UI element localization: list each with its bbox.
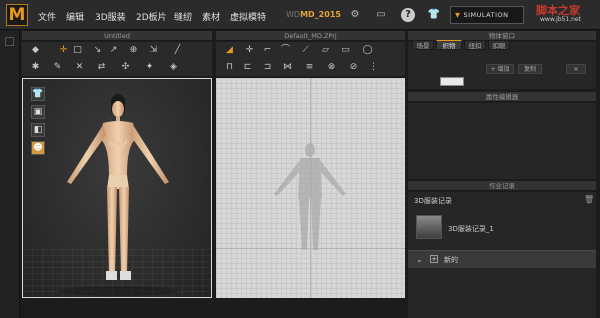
menubar: M 文件 编辑 3D服装 2D板片 缝纫 素材 虚拟模特 WDMD_2015 ⚙… — [0, 0, 600, 30]
fold-line-icon[interactable]: ≡ — [304, 62, 315, 73]
view3d-header: Untitled — [22, 31, 212, 41]
tab-buttonhole[interactable]: 扣眼 — [488, 40, 510, 50]
transform-icon[interactable]: ✛ — [58, 45, 69, 56]
gather-icon[interactable]: ⋈ — [282, 62, 293, 73]
buttonhole-icon[interactable]: ⊘ — [348, 62, 359, 73]
avatar-silhouette — [274, 143, 346, 250]
property-editor-header: 属性编辑器 — [408, 92, 596, 102]
polygon-icon[interactable]: ▱ — [320, 45, 331, 56]
history-item-thumbnail[interactable] — [416, 215, 442, 239]
property-editor — [408, 103, 596, 179]
free-seam-icon[interactable]: ⊏ — [242, 62, 253, 73]
circle-icon[interactable]: ◯ — [362, 45, 373, 56]
property-editor-title: 属性编辑器 — [485, 93, 519, 101]
brush-icon[interactable]: ✎ — [52, 62, 63, 73]
copy-button[interactable]: 复制 — [518, 64, 542, 74]
add-point-icon[interactable]: ⟋ — [300, 45, 311, 56]
view3d-toolbar: ◆ ✛ □ ↘ ↗ ⊕ ⇲ ╱ ✱ ✎ ✕ ⇄ ✣ ✦ ◈ — [22, 42, 212, 76]
history-section-title: 3D服装记录 — [414, 197, 452, 205]
curve-point-icon[interactable]: ⌒ — [280, 45, 291, 56]
menu-avatar[interactable]: 虚拟模特 — [230, 10, 266, 23]
object-window-title: 物体窗口 — [489, 32, 515, 40]
view2d-toolbar: ◢ ✛ ⌐ ⌒ ⟋ ▱ ▭ ◯ ⊓ ⊏ ⊐ ⋈ ≡ ⊗ ⊘ ⋮ — [216, 42, 405, 76]
menu-edit[interactable]: 编辑 — [66, 10, 84, 23]
view2d-viewport[interactable] — [216, 78, 405, 298]
chevron-down-icon: ▼ — [455, 11, 461, 19]
watermark-url: www.jb51.net — [540, 16, 581, 23]
history-title: 作业记录 — [489, 182, 515, 190]
fold-icon[interactable]: ✕ — [74, 62, 85, 73]
transform-pattern-icon[interactable]: ✛ — [244, 45, 255, 56]
project-title: WDMD_2015 — [286, 10, 341, 19]
measure-icon[interactable]: ⇲ — [148, 45, 159, 56]
fabric-swatch[interactable] — [440, 77, 464, 86]
add-button[interactable]: + 增加 — [486, 64, 514, 74]
help-icon[interactable]: ? — [401, 8, 415, 22]
settings-icon[interactable]: ⚙ — [348, 8, 362, 22]
menu-file[interactable]: 文件 — [38, 10, 56, 23]
chevron-down-icon[interactable]: ⌄ — [416, 255, 423, 264]
point-icon[interactable]: ◈ — [168, 62, 179, 73]
trash-icon[interactable]: 🗑 — [584, 195, 594, 204]
view2d-header: Default_MD.ZPrj — [216, 31, 405, 41]
seam-icon[interactable]: ⊓ — [224, 62, 235, 73]
delete-button[interactable]: ✕ — [566, 64, 586, 74]
rectangle-icon[interactable]: ▭ — [340, 45, 351, 56]
view3d-viewport[interactable]: 👕 ▣ ◧ ☻ — [22, 78, 212, 298]
new-row[interactable]: ⌄ + 新的 — [408, 250, 596, 268]
tshirt-icon[interactable]: 👕 — [427, 8, 441, 22]
pin-icon[interactable]: ↘ — [92, 45, 103, 56]
button-icon[interactable]: ⊗ — [326, 62, 337, 73]
menu-sewing[interactable]: 缝纫 — [174, 10, 192, 23]
history-header: 作业记录 — [408, 181, 596, 191]
strip-handle-icon[interactable] — [5, 37, 14, 46]
display-icon[interactable]: ▭ — [374, 8, 388, 22]
segment-sew-icon[interactable]: ⊐ — [262, 62, 273, 73]
tack-icon[interactable]: ⊕ — [128, 45, 139, 56]
select-icon[interactable]: ◆ — [30, 45, 41, 56]
avatar-pose-icon[interactable]: ✱ — [30, 62, 41, 73]
simulation-button[interactable]: ▼ SIMULATION — [450, 6, 524, 24]
zipper-icon[interactable]: ⋮ — [368, 62, 379, 73]
needle-icon[interactable]: ╱ — [172, 45, 183, 56]
edit-pattern-icon[interactable]: ◢ — [224, 45, 235, 56]
menu-3d-garment[interactable]: 3D服装 — [95, 10, 126, 23]
grid-cross-icon[interactable]: ✦ — [144, 62, 155, 73]
add-icon[interactable]: + — [430, 255, 438, 263]
avatar-figure — [58, 94, 178, 296]
view2d-title: Default_MD.ZPrj — [284, 32, 337, 40]
new-label: 新的 — [444, 256, 458, 264]
edit-point-icon[interactable]: ⌐ — [262, 45, 273, 56]
view3d-title: Untitled — [104, 32, 130, 40]
app-logo: M — [6, 4, 28, 26]
pin-box-icon[interactable]: ↗ — [108, 45, 119, 56]
arrange-icon[interactable]: ⇄ — [96, 62, 107, 73]
tab-button[interactable]: 纽扣 — [464, 40, 486, 50]
tab-scene[interactable]: 场景 — [412, 40, 434, 50]
snap-icon[interactable]: ✣ — [120, 62, 131, 73]
history-item-label[interactable]: 3D服装记录_1 — [448, 224, 494, 234]
menu-materials[interactable]: 素材 — [202, 10, 220, 23]
tab-fabric[interactable]: 织物 — [436, 40, 462, 50]
left-toolbar-strip — [0, 31, 20, 318]
box-select-icon[interactable]: □ — [72, 45, 83, 56]
menu-2d-pattern[interactable]: 2D板片 — [136, 10, 167, 23]
